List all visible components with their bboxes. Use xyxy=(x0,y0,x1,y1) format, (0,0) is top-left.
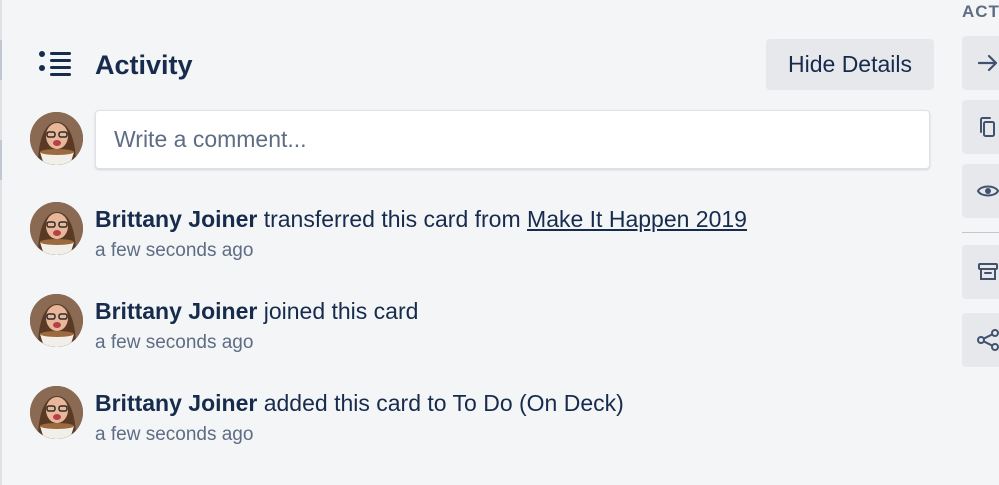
arrow-right-icon xyxy=(977,54,998,72)
activity-timestamp[interactable]: a few seconds ago xyxy=(95,239,253,263)
action-text: added this card to To Do (On Deck) xyxy=(257,390,624,416)
left-panel-edge xyxy=(0,0,2,485)
action-text: transferred this card from xyxy=(257,206,528,232)
activity-timestamp[interactable]: a few seconds ago xyxy=(95,331,253,355)
sidebar-divider xyxy=(962,232,999,233)
sidebar-actions-heading: ACTIONS xyxy=(962,2,999,21)
archive-button[interactable] xyxy=(962,245,999,299)
hide-details-button[interactable]: Hide Details xyxy=(766,39,934,90)
board-link[interactable]: Make It Happen 2019 xyxy=(527,206,747,232)
archive-icon xyxy=(978,263,998,280)
watch-button[interactable] xyxy=(962,164,999,218)
share-button[interactable] xyxy=(962,313,999,367)
member-avatar[interactable] xyxy=(30,294,83,347)
move-button[interactable] xyxy=(962,36,999,90)
member-avatar[interactable] xyxy=(30,386,83,439)
action-text: joined this card xyxy=(257,298,419,324)
member-name[interactable]: Brittany Joiner xyxy=(95,390,257,416)
activity-entry: Brittany Joiner added this card to To Do… xyxy=(95,388,624,418)
activity-title: Activity xyxy=(95,50,193,80)
activity-entry: Brittany Joiner transferred this card fr… xyxy=(95,204,747,234)
eye-icon xyxy=(976,185,999,197)
member-name[interactable]: Brittany Joiner xyxy=(95,206,257,232)
member-avatar[interactable] xyxy=(30,202,83,255)
copy-icon xyxy=(980,117,995,137)
comment-input[interactable] xyxy=(95,110,930,169)
share-icon xyxy=(977,329,999,351)
edge-tick xyxy=(0,40,2,80)
activity-entry: Brittany Joiner joined this card xyxy=(95,296,418,326)
activity-timestamp[interactable]: a few seconds ago xyxy=(95,423,253,447)
member-name[interactable]: Brittany Joiner xyxy=(95,298,257,324)
copy-button[interactable] xyxy=(962,100,999,154)
edge-tick xyxy=(0,140,2,180)
current-user-avatar[interactable] xyxy=(30,112,83,165)
activity-list-icon xyxy=(39,51,71,76)
